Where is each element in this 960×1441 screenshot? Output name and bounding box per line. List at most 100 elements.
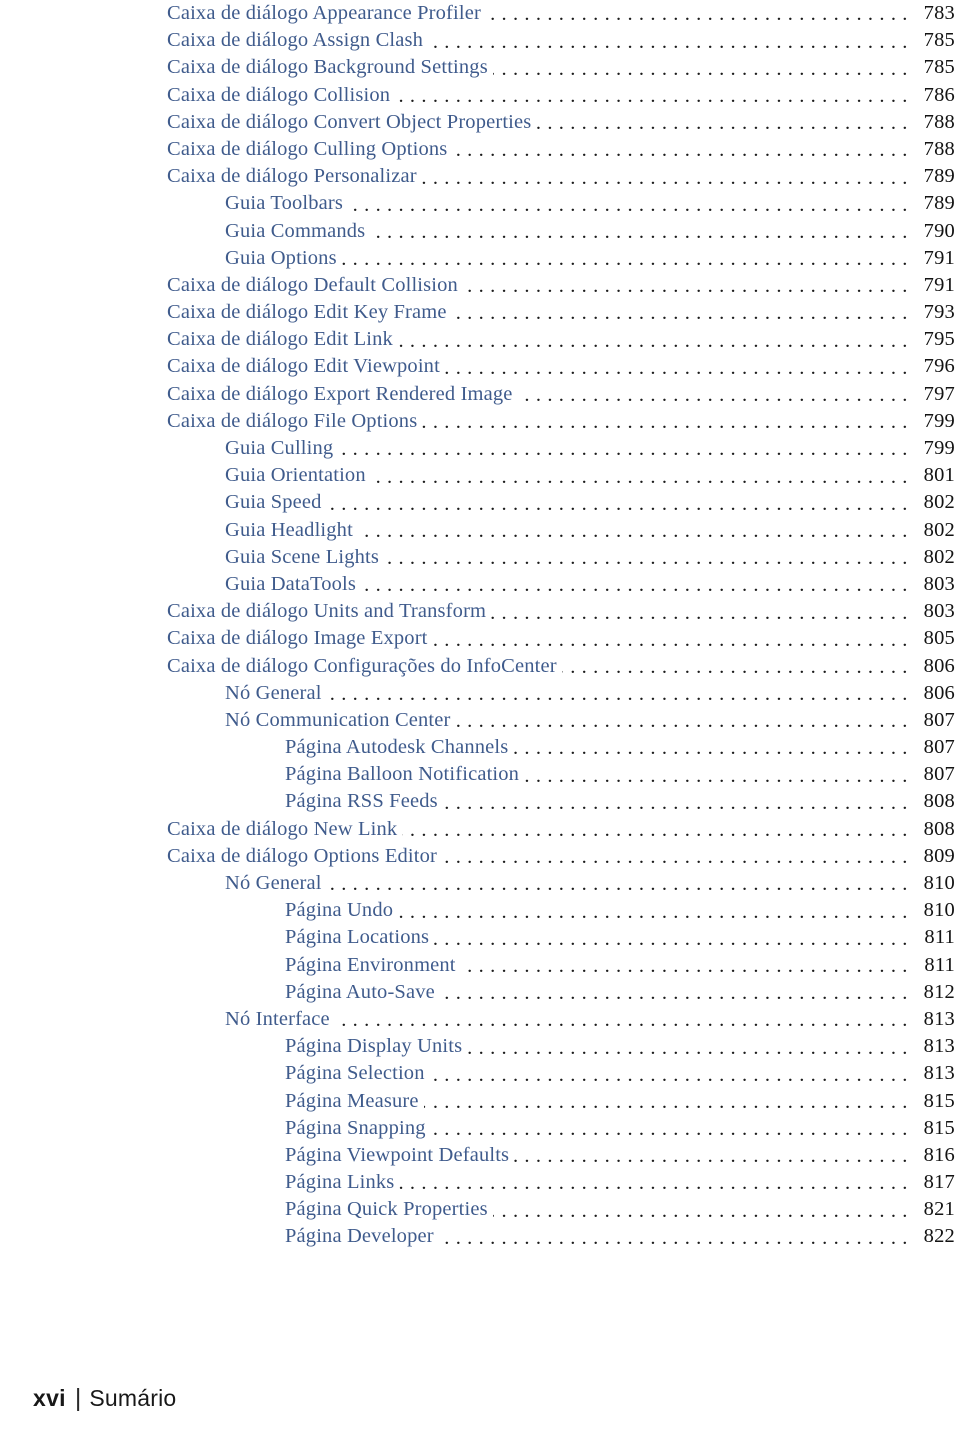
toc-entry[interactable]: Página Links 817 <box>0 1169 960 1196</box>
toc-leader-dots <box>428 31 908 51</box>
toc-entry-page-number: 811 <box>924 953 955 976</box>
toc-entry[interactable]: Caixa de diálogo Edit Key Frame 793 <box>0 299 960 326</box>
toc-leader-dots <box>443 792 908 812</box>
toc-entry-page-number: 809 <box>923 844 955 867</box>
toc-entry[interactable]: Caixa de diálogo Background Settings 785 <box>0 54 960 81</box>
toc-entry[interactable]: Página Developer 822 <box>0 1223 960 1250</box>
toc-entry-page-number: 807 <box>923 708 955 731</box>
toc-entry[interactable]: Caixa de diálogo Edit Viewpoint 796 <box>0 353 960 380</box>
toc-entry[interactable]: Caixa de diálogo Image Export 805 <box>0 625 960 652</box>
toc-entry-title: Caixa de diálogo Edit Key Frame <box>167 301 447 324</box>
toc-entry[interactable]: Página Environment 811 <box>0 952 960 979</box>
toc-entry[interactable]: Caixa de diálogo Configurações do InfoCe… <box>0 653 960 680</box>
toc-entry[interactable]: Página Quick Properties 821 <box>0 1196 960 1223</box>
toc-leader-dots <box>422 411 908 431</box>
toc-entry[interactable]: Página Snapping 815 <box>0 1115 960 1142</box>
toc-entry[interactable]: Nó Interface 813 <box>0 1006 960 1033</box>
toc-entry[interactable]: Página Undo 810 <box>0 897 960 924</box>
toc-entry-page-number: 808 <box>923 817 955 840</box>
toc-entry-page-number: 799 <box>923 437 955 459</box>
toc-entry[interactable]: Caixa de diálogo Appearance Profiler 783 <box>0 0 960 27</box>
toc-entry-title: Caixa de diálogo File Options <box>167 409 418 432</box>
toc-entry-page-number: 790 <box>923 219 955 242</box>
toc-entry-page-number: 817 <box>923 1171 955 1194</box>
toc-entry-title: Caixa de diálogo Configurações do InfoCe… <box>167 654 557 677</box>
toc-leader-dots <box>433 629 908 649</box>
toc-entry[interactable]: Caixa de diálogo Options Editor 809 <box>0 843 960 870</box>
toc-entry[interactable]: Guia Culling 799 <box>0 435 960 462</box>
toc-entry[interactable]: Guia Orientation 801 <box>0 462 960 489</box>
toc-entry[interactable]: Caixa de diálogo Export Rendered Image 79… <box>0 381 960 408</box>
toc-entry[interactable]: Página Auto-Save 812 <box>0 979 960 1006</box>
toc-entry[interactable]: Caixa de diálogo Assign Clash 785 <box>0 27 960 54</box>
toc-leader-dots <box>327 683 908 703</box>
toc-entry[interactable]: Caixa de diálogo File Options 799 <box>0 408 960 435</box>
toc-leader-dots <box>371 466 908 486</box>
toc-leader-dots <box>434 928 908 948</box>
toc-entry-page-number: 821 <box>923 1198 955 1221</box>
toc-leader-dots <box>491 602 908 622</box>
toc-entry-page-number: 808 <box>923 790 955 813</box>
toc-entry-page-number: 815 <box>923 1089 955 1112</box>
toc-entry[interactable]: Guia Speed 802 <box>0 489 960 516</box>
toc-entry[interactable]: Página Display Units 813 <box>0 1033 960 1060</box>
toc-entry-title: Guia Headlight <box>225 518 353 541</box>
toc-entry[interactable]: Guia Commands 790 <box>0 218 960 245</box>
toc-entry-title: Guia Speed <box>225 491 322 514</box>
toc-entry-title: Página Links <box>285 1171 395 1194</box>
toc-entry[interactable]: Caixa de diálogo New Link 808 <box>0 816 960 843</box>
toc-leader-dots <box>327 493 908 513</box>
toc-leader-dots <box>348 194 908 214</box>
toc-entry-title: Página Developer <box>285 1225 434 1248</box>
toc-entry-title: Caixa de diálogo Appearance Profiler <box>167 2 481 24</box>
toc-entry[interactable]: Caixa de diálogo Default Collision 791 <box>0 272 960 299</box>
toc-entry[interactable]: Caixa de diálogo Units and Transform 803 <box>0 598 960 625</box>
toc-entry[interactable]: Guia Scene Lights 802 <box>0 544 960 571</box>
toc-entry-title: Página RSS Feeds <box>285 790 438 813</box>
toc-entry[interactable]: Caixa de diálogo Convert Object Properti… <box>0 109 960 136</box>
toc-entry[interactable]: Página Locations 811 <box>0 924 960 951</box>
toc-entry-page-number: 806 <box>923 654 955 677</box>
toc-entry-page-number: 813 <box>923 1035 955 1058</box>
toc-entry[interactable]: Página Measure 815 <box>0 1088 960 1115</box>
toc-entry-title: Caixa de diálogo Units and Transform <box>167 600 487 623</box>
toc-leader-dots <box>493 58 908 78</box>
toc-entry[interactable]: Página Autodesk Channels 807 <box>0 734 960 761</box>
toc-entry[interactable]: Nó Communication Center 807 <box>0 707 960 734</box>
toc-entry-page-number: 797 <box>923 382 955 405</box>
folio-number: xvi <box>33 1385 66 1411</box>
toc-entry-page-number: 810 <box>923 872 955 894</box>
toc-entry-title: Página Quick Properties <box>285 1198 488 1221</box>
toc-entry[interactable]: Caixa de diálogo Personalizar 789 <box>0 163 960 190</box>
toc-leader-dots <box>518 384 908 404</box>
toc-entry-title: Página Measure <box>285 1089 419 1112</box>
toc-entry-page-number: 805 <box>923 627 955 650</box>
page-footer: xvi | Sumário <box>33 1384 176 1413</box>
toc-entry[interactable]: Página Viewpoint Defaults 816 <box>0 1142 960 1169</box>
toc-entry-title: Página Environment <box>285 953 456 976</box>
toc-entry[interactable]: Caixa de diálogo Collision 786 <box>0 82 960 109</box>
toc-entry-page-number: 789 <box>923 165 955 188</box>
toc-entry-page-number: 813 <box>923 1062 955 1085</box>
toc-leader-dots <box>398 901 908 921</box>
toc-entry[interactable]: Nó General 806 <box>0 680 960 707</box>
toc-entry[interactable]: Caixa de diálogo Culling Options 788 <box>0 136 960 163</box>
toc-leader-dots <box>342 248 908 268</box>
toc-entry[interactable]: Caixa de diálogo Edit Link 795 <box>0 326 960 353</box>
toc-entry-page-number: 815 <box>923 1116 955 1139</box>
toc-leader-dots <box>439 1227 908 1247</box>
toc-entry-title: Página Undo <box>285 899 394 922</box>
toc-entry-page-number: 788 <box>923 110 955 133</box>
toc-entry[interactable]: Guia Toolbars 789 <box>0 190 960 217</box>
toc-entry[interactable]: Página RSS Feeds 808 <box>0 788 960 815</box>
toc-entry[interactable]: Guia Options 791 <box>0 245 960 272</box>
toc-entry[interactable]: Guia DataTools 803 <box>0 571 960 598</box>
toc-entry[interactable]: Nó General 810 <box>0 870 960 897</box>
toc-entry[interactable]: Página Balloon Notification 807 <box>0 761 960 788</box>
toc-leader-dots <box>424 1091 908 1111</box>
footer-separator: | <box>74 1384 82 1412</box>
toc-entry-page-number: 789 <box>923 192 955 215</box>
toc-entry[interactable]: Guia Headlight 802 <box>0 517 960 544</box>
toc-entry[interactable]: Página Selection 813 <box>0 1060 960 1087</box>
toc-entry-page-number: 811 <box>924 926 955 949</box>
